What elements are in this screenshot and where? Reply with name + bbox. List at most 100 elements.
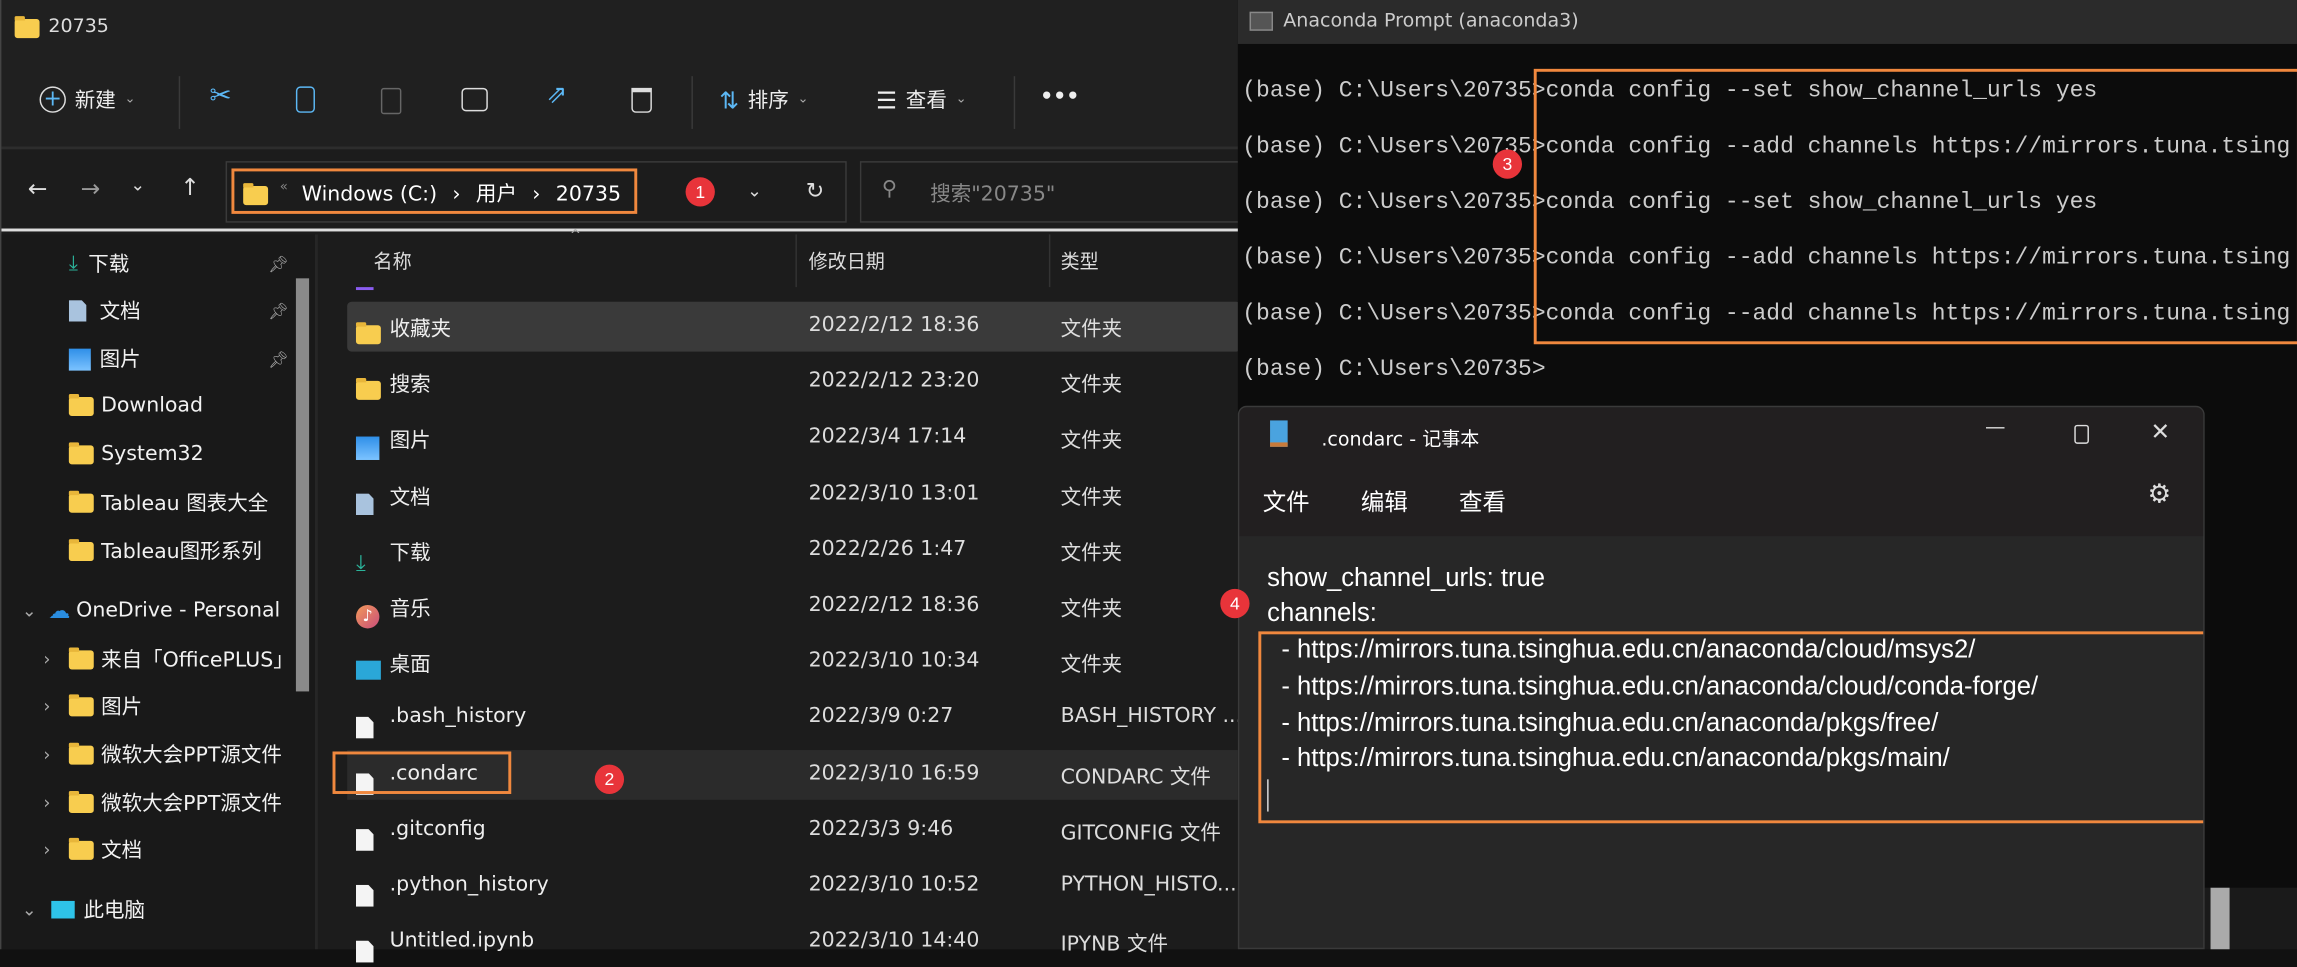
file-row[interactable]: ♪ 音乐 2022/2/12 18:36 文件夹	[347, 582, 1241, 632]
cut-icon[interactable]: ✂	[209, 81, 231, 112]
document-icon	[355, 493, 374, 516]
copy-icon[interactable]	[295, 86, 315, 113]
file-row[interactable]: ⤓ 下载 2022/2/26 1:47 文件夹	[347, 526, 1241, 575]
sidebar-item-onedrive-child[interactable]: › 文档	[34, 828, 327, 872]
folder-icon	[68, 837, 94, 860]
column-divider[interactable]	[795, 234, 797, 288]
highlight-box-4	[1258, 631, 2204, 824]
view-lines-icon: ☰	[876, 85, 898, 114]
column-header-type[interactable]: 类型	[1061, 246, 1099, 274]
file-row[interactable]: .bash_history 2022/3/9 0:27 BASH_HISTORY .…	[347, 693, 1242, 743]
close-button[interactable]: ✕	[2150, 417, 2170, 445]
sidebar-item-pictures[interactable]: 图片 📌︎	[68, 337, 289, 381]
column-divider[interactable]	[1048, 234, 1051, 288]
background-scrollbar	[2210, 887, 2230, 950]
file-icon	[355, 884, 374, 907]
pin-icon[interactable]: 📌︎	[268, 349, 288, 368]
file-row[interactable]: .python_history 2022/3/10 10:52 PYTHON_HIS…	[347, 861, 1241, 911]
file-type: 文件夹	[1060, 597, 1123, 622]
recent-locations-button[interactable]: ⌄	[130, 174, 145, 195]
file-row[interactable]: 收藏夹 2022/2/12 18:36 文件夹	[347, 301, 1241, 352]
file-date: 2022/3/4 17:14	[808, 425, 967, 449]
sidebar-item-onedrive-child[interactable]: › 微软大会PPT源文件	[34, 781, 327, 825]
file-explorer-window: 20735 + 新建 ⌄ ✂ ⇗ ⇅ 排序 ⌄ ☰ 查看 ⌄ ••• ← → ⌄…	[0, 0, 1242, 963]
file-row[interactable]: 桌面 2022/3/10 10:34 文件夹	[347, 638, 1241, 688]
file-name: .gitconfig	[389, 817, 486, 841]
address-history-chevron-icon[interactable]: ⌄	[747, 180, 762, 201]
file-name: 搜索	[389, 373, 431, 398]
share-icon[interactable]: ⇗	[546, 81, 567, 110]
sidebar-item-label: Download	[101, 394, 204, 418]
sidebar-item-label: 微软大会PPT源文件	[101, 792, 282, 816]
file-name: 桌面	[389, 653, 431, 678]
background-window	[2204, 887, 2297, 950]
file-row[interactable]: Untitled.ipynb 2022/3/10 14:40 IPYNB 文件	[347, 917, 1241, 967]
chevron-right-icon[interactable]: ›	[34, 696, 60, 717]
sidebar-item-label: 图片	[101, 695, 143, 720]
file-name: 下载	[389, 541, 431, 566]
folder-icon	[14, 16, 40, 39]
sidebar-item-onedrive-child[interactable]: › 微软大会PPT源文件	[34, 732, 327, 776]
file-row[interactable]: 文档 2022/3/10 13:01 文件夹	[347, 470, 1241, 520]
file-date: 2022/3/3 9:46	[808, 817, 954, 841]
sidebar-item-label: 图片	[99, 348, 141, 373]
paste-icon[interactable]	[380, 87, 402, 115]
chevron-right-icon[interactable]: ›	[34, 649, 60, 670]
chevron-right-icon[interactable]: ›	[34, 839, 60, 860]
sidebar-item-documents[interactable]: 文档 📌︎	[68, 289, 289, 333]
chevron-right-icon[interactable]: ›	[34, 744, 60, 765]
folder-icon	[68, 441, 94, 464]
view-button[interactable]: ☰ 查看 ⌄	[876, 85, 967, 114]
delete-icon[interactable]	[631, 87, 652, 113]
search-input[interactable]: ⚲ 搜索"20735"	[859, 161, 1241, 223]
notepad-title: .condarc - 记事本	[1321, 429, 1480, 452]
settings-gear-icon[interactable]: ⚙	[2148, 479, 2172, 510]
notepad-menu-bar: 文件 编辑 查看 ⚙	[1239, 462, 2204, 537]
file-row[interactable]: 图片 2022/3/4 17:14 文件夹	[347, 414, 1241, 464]
sidebar-item-label: Tableau图形系列	[101, 540, 262, 564]
file-type: 文件夹	[1060, 653, 1123, 678]
chevron-down-icon[interactable]: ⌄	[16, 601, 42, 622]
up-button[interactable]: ↑	[180, 173, 200, 201]
file-date: 2022/2/12 18:36	[808, 593, 980, 617]
new-button[interactable]: + 新建 ⌄	[39, 85, 136, 114]
maximize-button[interactable]	[2074, 424, 2089, 444]
sort-button[interactable]: ⇅ 排序 ⌄	[719, 85, 808, 114]
step-badge-2: 2	[594, 764, 625, 794]
rename-icon[interactable]	[461, 87, 488, 112]
terminal-prompt[interactable]: (base) C:\Users\20735>	[1242, 356, 1545, 382]
notepad-text-area[interactable]: show_channel_urls: true channels: - http…	[1239, 536, 2204, 948]
sidebar-item-this-pc[interactable]: ⌄ 此电脑	[16, 888, 309, 932]
divider	[691, 76, 693, 129]
sidebar-item-onedrive[interactable]: ⌄ ☁ OneDrive - Personal	[16, 589, 309, 633]
chevron-right-icon[interactable]: ›	[34, 793, 60, 814]
refresh-icon[interactable]: ↻	[806, 177, 824, 203]
sidebar-item-onedrive-child[interactable]: › 来自「OfficePLUS」	[34, 637, 327, 681]
minimize-button[interactable]: —	[1985, 416, 2006, 439]
pin-icon[interactable]: 📌︎	[268, 254, 288, 273]
chevron-down-icon[interactable]: ⌄	[16, 899, 42, 920]
terminal-icon	[1249, 11, 1273, 31]
menu-view[interactable]: 查看	[1459, 482, 1506, 517]
pin-icon[interactable]: 📌︎	[268, 301, 288, 320]
forward-button[interactable]: →	[81, 174, 101, 202]
more-options-button[interactable]: •••	[1040, 85, 1079, 108]
highlight-box-1	[231, 168, 638, 214]
file-date: 2022/3/10 14:40	[808, 929, 980, 953]
column-header-date[interactable]: 修改日期	[809, 246, 885, 274]
menu-file[interactable]: 文件	[1263, 482, 1310, 517]
step-badge-1: 1	[685, 177, 715, 207]
menu-edit[interactable]: 编辑	[1361, 482, 1408, 517]
sidebar-item-downloads[interactable]: ⤓ 下载 📌︎	[69, 242, 289, 286]
chevron-down-icon: ⌄	[124, 92, 136, 107]
sidebar-item-label: 此电脑	[83, 899, 146, 923]
folder-icon	[68, 693, 94, 716]
column-header-name[interactable]: 名称	[374, 246, 412, 274]
sidebar-item-onedrive-child[interactable]: › 图片	[34, 684, 327, 728]
highlight-box-2	[332, 751, 512, 794]
back-button[interactable]: ←	[28, 174, 48, 202]
file-name: 文档	[389, 485, 431, 510]
file-row[interactable]: .gitconfig 2022/3/3 9:46 GITCONFIG 文件	[347, 805, 1241, 855]
file-row[interactable]: 搜索 2022/2/12 23:20 文件夹	[347, 358, 1241, 408]
sidebar-item-label: 文档	[101, 839, 143, 863]
